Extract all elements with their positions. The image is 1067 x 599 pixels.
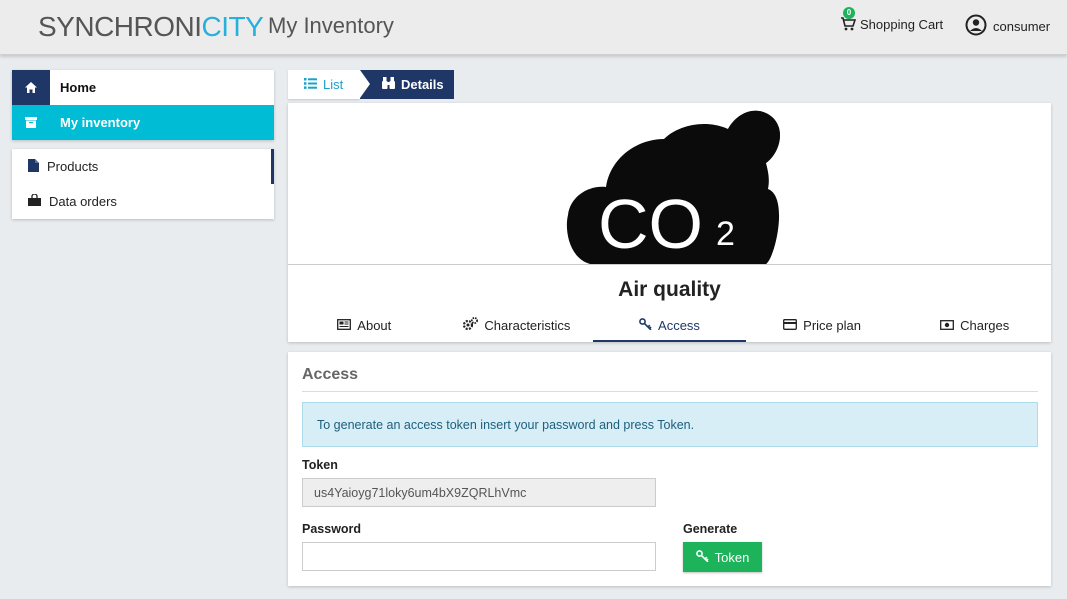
- sidebar-item-data-orders[interactable]: Data orders: [12, 184, 274, 219]
- cart-count-badge: 0: [843, 7, 855, 19]
- shopping-cart-link[interactable]: 0 Shopping Cart: [840, 7, 944, 32]
- tab-charges-label: Charges: [960, 317, 1010, 333]
- binoculars-icon: [382, 77, 395, 92]
- product-card: CO 2 Air quality About Characteristics A…: [288, 103, 1051, 342]
- top-header: SYNCHRONICITY My Inventory 0 Shopping Ca…: [0, 0, 1067, 55]
- list-icon: [304, 77, 317, 92]
- breadcrumb-separator: [360, 70, 370, 98]
- breadcrumb-details[interactable]: Details: [360, 70, 454, 99]
- product-tabs: About Characteristics Access Price plan …: [288, 308, 1051, 342]
- access-panel: Access To generate an access token inser…: [288, 352, 1051, 586]
- generate-label: Generate: [683, 522, 738, 536]
- archive-icon: [12, 105, 50, 140]
- co2-cloud-icon: CO 2: [566, 110, 780, 264]
- token-label: Token: [302, 458, 338, 472]
- breadcrumb-list[interactable]: List: [288, 70, 360, 99]
- key-icon: [639, 317, 652, 333]
- sidebar-item-data-orders-label: Data orders: [49, 194, 117, 209]
- app-title: My Inventory: [268, 13, 394, 38]
- token-value: us4Yaioyg71loky6um4bX9ZQRLhVmc: [314, 485, 527, 500]
- breadcrumb-details-label: Details: [401, 77, 444, 92]
- sidebar-item-my-inventory-label: My inventory: [60, 115, 141, 130]
- sidebar-item-home-label: Home: [60, 80, 97, 95]
- tab-access[interactable]: Access: [593, 308, 746, 342]
- co2-text: CO: [598, 185, 703, 263]
- tab-characteristics[interactable]: Characteristics: [441, 308, 594, 342]
- brand-text-part2: CITY: [201, 11, 264, 42]
- token-field[interactable]: us4Yaioyg71loky6um4bX9ZQRLhVmc: [302, 478, 656, 507]
- home-icon: [12, 70, 50, 105]
- product-title: Air quality: [618, 278, 721, 301]
- tab-charges[interactable]: Charges: [898, 308, 1051, 342]
- cogs-icon: [463, 317, 479, 333]
- sidebar-item-products[interactable]: Products: [12, 149, 274, 184]
- tab-characteristics-label: Characteristics: [484, 317, 571, 333]
- sidebar-item-products-label: Products: [47, 159, 99, 174]
- tab-price-plan[interactable]: Price plan: [746, 308, 899, 342]
- generate-token-button-label: Token: [714, 549, 750, 565]
- sidebar-nav: Home My inventory: [12, 70, 274, 140]
- password-input[interactable]: [302, 542, 656, 571]
- tab-access-label: Access: [658, 317, 700, 333]
- generate-token-button[interactable]: Token: [683, 542, 762, 572]
- breadcrumb-list-label: List: [323, 77, 344, 92]
- access-title: Access: [302, 366, 359, 383]
- key-icon: [695, 549, 709, 565]
- shopping-cart-label: Shopping Cart: [860, 16, 944, 32]
- password-label: Password: [302, 522, 362, 536]
- brand-logo[interactable]: SYNCHRONICITY: [38, 11, 264, 43]
- tab-about[interactable]: About: [288, 308, 441, 342]
- info-alert-text: To generate an access token insert your …: [317, 417, 695, 432]
- sidebar-submenu: Products Data orders: [12, 149, 274, 219]
- user-circle-icon: [965, 14, 987, 39]
- product-image: CO 2: [288, 103, 1051, 265]
- user-menu[interactable]: consumer: [965, 14, 1050, 39]
- sidebar-item-home[interactable]: Home: [12, 70, 274, 105]
- money-icon: [940, 318, 955, 333]
- shopping-bag-icon: [28, 193, 41, 209]
- co2-subscript: 2: [716, 215, 735, 253]
- tab-about-label: About: [357, 317, 392, 333]
- credit-card-icon: [783, 318, 798, 333]
- shopping-cart-icon: 0: [840, 7, 857, 32]
- newspaper-icon: [337, 318, 352, 333]
- info-alert: To generate an access token insert your …: [302, 402, 1038, 447]
- tab-price-plan-label: Price plan: [803, 317, 861, 333]
- divider: [302, 391, 1038, 392]
- user-name: consumer: [993, 19, 1051, 34]
- file-icon: [28, 158, 39, 175]
- brand-text-part1: SYNCHRONI: [38, 11, 202, 42]
- sidebar-item-my-inventory[interactable]: My inventory: [12, 105, 274, 140]
